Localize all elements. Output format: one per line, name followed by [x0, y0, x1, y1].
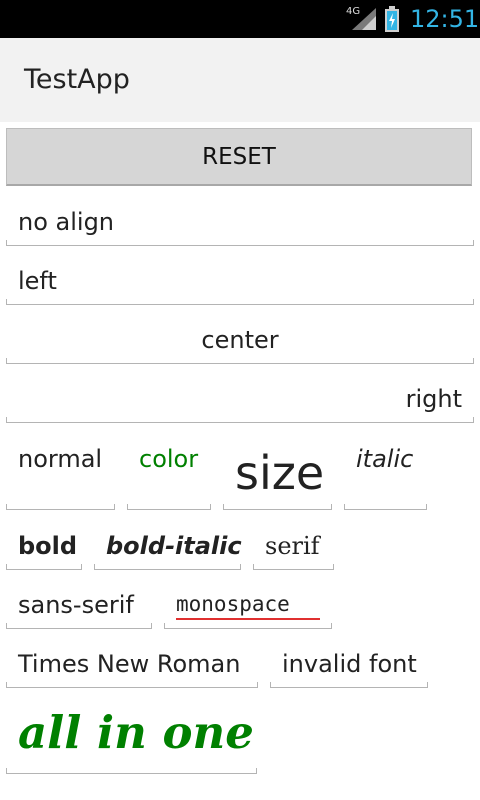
field-underline	[6, 358, 474, 364]
field-underline	[344, 504, 427, 510]
field-size[interactable]: size	[223, 434, 332, 510]
field-sans-serif[interactable]: sans-serif	[6, 580, 152, 629]
field-serif[interactable]: serif	[253, 521, 334, 570]
signal-icon	[352, 8, 376, 30]
field-underline	[6, 504, 115, 510]
spellcheck-underline	[176, 618, 320, 620]
field-underline	[6, 623, 152, 629]
field-serif-text: serif	[265, 532, 320, 560]
field-no-align-text: no align	[18, 208, 115, 236]
field-underline	[6, 768, 257, 774]
status-bar: 4G 12:51	[0, 0, 480, 38]
field-invalid-font-text: invalid font	[282, 650, 417, 678]
field-size-text: size	[235, 446, 325, 500]
field-times-new-roman-text: Times New Roman	[18, 650, 241, 678]
field-invalid-font[interactable]: invalid font	[270, 639, 428, 688]
field-underline	[94, 564, 241, 570]
field-no-align[interactable]: no align	[6, 198, 474, 246]
field-bold[interactable]: bold	[6, 521, 82, 570]
field-times-new-roman[interactable]: Times New Roman	[6, 639, 258, 688]
field-underline	[6, 564, 82, 570]
field-color-text: color	[139, 445, 199, 473]
field-center[interactable]: center	[6, 316, 474, 364]
field-all-in-one[interactable]: all in one	[6, 698, 257, 774]
field-right[interactable]: right	[6, 375, 474, 423]
field-underline	[6, 299, 474, 305]
field-left-text: left	[18, 267, 57, 295]
field-underline	[164, 623, 332, 629]
field-left[interactable]: left	[6, 257, 474, 305]
field-normal[interactable]: normal	[6, 434, 115, 510]
field-underline	[253, 564, 334, 570]
field-bold-italic-text: bold-italic	[106, 532, 242, 560]
field-bold-text: bold	[18, 532, 78, 560]
field-bold-italic[interactable]: bold-italic	[94, 521, 242, 570]
battery-charging-icon	[385, 6, 399, 32]
field-underline	[6, 682, 258, 688]
field-italic[interactable]: italic	[344, 434, 427, 510]
reset-button[interactable]: RESET	[6, 128, 472, 186]
field-monospace[interactable]: monospace	[164, 580, 332, 629]
field-normal-text: normal	[18, 445, 103, 473]
field-right-text: right	[405, 385, 462, 413]
field-underline	[270, 682, 428, 688]
field-underline	[223, 504, 332, 510]
app-title: TestApp	[24, 64, 130, 95]
field-sans-serif-text: sans-serif	[18, 591, 134, 619]
field-underline	[127, 504, 211, 510]
field-center-text: center	[201, 326, 279, 354]
clock: 12:51	[410, 5, 480, 33]
field-underline	[6, 240, 474, 246]
field-monospace-text: monospace	[176, 592, 290, 616]
action-bar: TestApp	[0, 38, 480, 122]
field-italic-text: italic	[356, 445, 414, 473]
field-underline	[6, 417, 474, 423]
field-all-in-one-text: all in one	[18, 706, 254, 759]
field-color[interactable]: color	[127, 434, 211, 510]
